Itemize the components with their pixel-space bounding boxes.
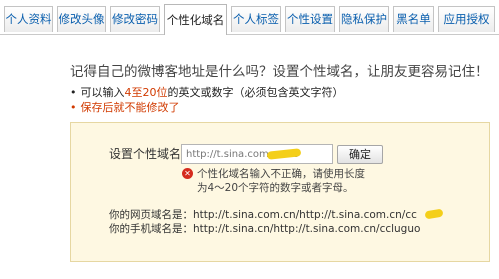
tab-bar: 个人资料 修改头像 修改密码 个性化域名 个人标签 个性设置 隐私保护 黑名单 … (0, 0, 499, 35)
error-icon: ✕ (182, 168, 193, 179)
tab-privacy[interactable]: 隐私保护 (339, 6, 389, 32)
domain-input[interactable] (181, 144, 333, 164)
mobile-domain-label: 你的手机域名是： (109, 223, 193, 235)
rule-length-suffix: 的英文或数字（必须包含英文字符） (167, 86, 344, 99)
page-heading: 记得自己的微博客地址是什么吗？设置个性域名，让朋友更容易记住！ (70, 64, 489, 80)
web-domain-label: 你的网页域名是： (109, 209, 193, 221)
tab-avatar[interactable]: 修改头像 (57, 6, 106, 32)
bullet-icon: • (70, 86, 77, 99)
tab-personal-settings[interactable]: 个性设置 (285, 6, 335, 32)
tab-tags[interactable]: 个人标签 (231, 6, 281, 32)
bullet-icon: • (70, 101, 77, 114)
mobile-domain-url: http://t.sina.cn/http://t.sina.com.cn/cc… (193, 223, 421, 235)
rule-length-range: 4至20位 (124, 86, 168, 99)
web-domain-url: http://t.sina.com.cn/http://t.sina.com.c… (193, 209, 417, 221)
rule-length: • 可以输入4至20位的英文或数字（必须包含英文字符） (70, 84, 344, 100)
tab-custom-domain[interactable]: 个性化域名 (164, 4, 227, 35)
tab-profile[interactable]: 个人资料 (4, 6, 53, 32)
rule-no-change: • 保存后就不能修改了 (70, 99, 180, 115)
confirm-button[interactable]: 确定 (337, 145, 383, 164)
web-domain-line: 你的网页域名是：http://t.sina.com.cn/http://t.si… (109, 207, 417, 222)
redaction-mark (424, 208, 444, 220)
tab-blacklist[interactable]: 黑名单 (393, 6, 434, 32)
tab-password[interactable]: 修改密码 (110, 6, 160, 32)
rule-no-change-text: 保存后就不能修改了 (80, 101, 180, 114)
domain-form-box: 设置个性域名： 确定 ✕ 个性化域名输入不正确，请使用长度为4～20个字符的数字… (70, 122, 490, 262)
mobile-domain-line: 你的手机域名是：http://t.sina.cn/http://t.sina.c… (109, 221, 420, 236)
tab-app-authorization[interactable]: 应用授权 (438, 6, 495, 32)
rule-length-prefix: 可以输入 (80, 86, 125, 99)
error-message: 个性化域名输入不正确，请使用长度为4～20个字符的数字或者字母。 (197, 168, 365, 194)
